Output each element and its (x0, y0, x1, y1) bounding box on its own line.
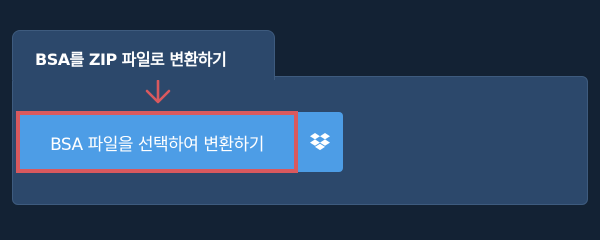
select-bsa-file-button[interactable]: BSA 파일을 선택하여 변환하기 (16, 111, 298, 173)
tab-title: BSA를 ZIP 파일로 변환하기 (35, 50, 227, 69)
converter-widget: BSA를 ZIP 파일로 변환하기 BSA 파일을 선택하여 변환하기 (0, 0, 600, 230)
dropbox-icon (310, 133, 330, 151)
select-bsa-file-label: BSA 파일을 선택하여 변환하기 (50, 134, 264, 155)
down-arrow-icon (145, 80, 171, 104)
converter-tab: BSA를 ZIP 파일로 변환하기 (12, 30, 275, 80)
dropbox-button[interactable] (297, 112, 343, 172)
